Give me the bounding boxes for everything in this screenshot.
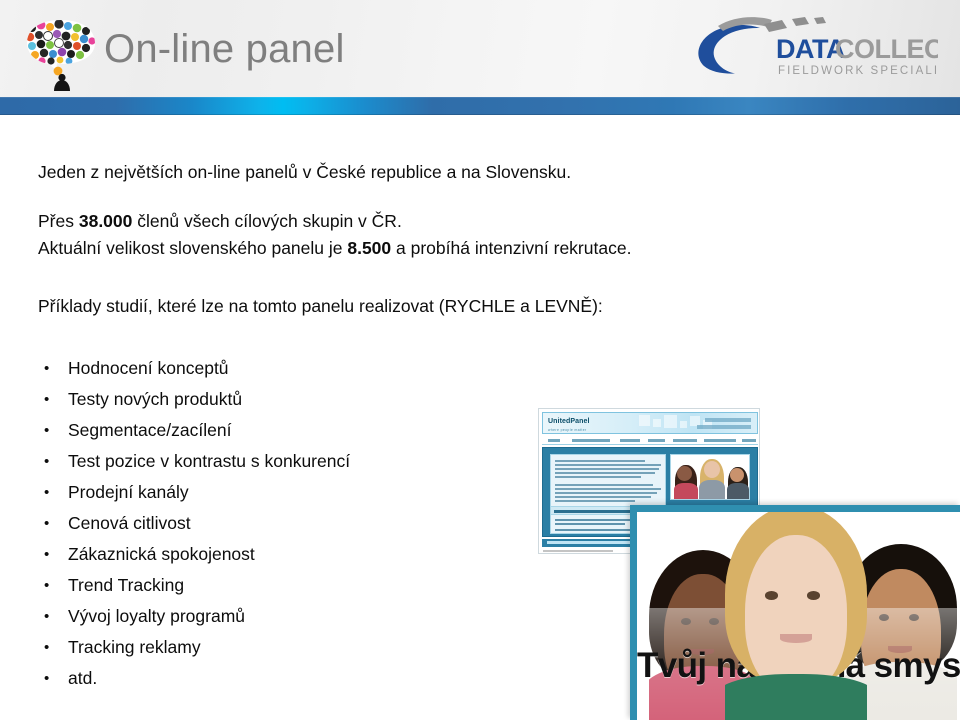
mini-face [699,480,725,499]
intro-line: Jeden z největších on-line panelů v Česk… [38,162,572,182]
site-header: UnitedPanel where people matter [542,412,758,434]
list-item: atd. [38,663,350,694]
site-text-block [550,454,666,512]
mini-face [677,466,692,481]
size-suffix: a probíhá intenzivní rekrutace. [391,238,632,258]
members-suffix: členů všech cílových skupin v ČR. [132,211,402,231]
list-item: Segmentace/zacílení [38,415,350,446]
site-nav-item [704,439,736,442]
site-nav-item [673,439,697,442]
study-types-list: Hodnocení konceptů Testy nových produktů… [38,353,350,694]
site-nav-item [742,439,756,442]
svg-text:COLLECT: COLLECT [835,34,938,64]
size-count: 8.500 [347,238,392,258]
datacollect-logo: DATA COLLECT FIELDWORK SPECIALIST [688,16,938,88]
list-item: Prodejní kanály [38,477,350,508]
site-nav-item [548,439,560,442]
site-photo-thumbnail [670,454,750,500]
mini-face [674,483,698,499]
mini-face [727,483,749,499]
site-nav-item [620,439,640,442]
site-toplink [705,418,751,422]
site-logo-text: UnitedPanel [548,418,590,425]
list-item: Zákaznická spokojenost [38,539,350,570]
page-title: On-line panel [104,27,345,71]
list-item: Test pozice v kontrastu s konkurencí [38,446,350,477]
mini-face [730,468,744,482]
site-caption [543,550,613,552]
list-item: Tracking reklamy [38,632,350,663]
header-accent-band [0,97,960,115]
members-count: 38.000 [78,211,133,231]
slide-header: On-line panel DATA COLLECT FIELDWORK SPE… [0,0,960,97]
members-line: Přes 38.000 členů všech cílových skupin … [38,208,402,234]
site-nav-item [572,439,610,442]
site-toplink [697,425,751,429]
person-center [725,512,867,720]
list-item: Testy nových produktů [38,384,350,415]
site-nav-item [648,439,665,442]
site-logo: UnitedPanel where people matter [548,418,610,432]
svg-text:FIELDWORK SPECIALIST: FIELDWORK SPECIALIST [778,65,938,77]
slide: On-line panel DATA COLLECT FIELDWORK SPE… [0,0,960,720]
list-item: Vývoj loyalty programů [38,601,350,632]
panel-size-line: Aktuální velikost slovenského panelu je … [38,235,631,261]
banner-photo: Tvůj názor má smysl! [637,512,960,720]
studies-heading: Příklady studií, které lze na tomto pane… [38,296,603,316]
members-prefix: Přes [38,211,79,231]
list-item: Cenová citlivost [38,508,350,539]
size-prefix: Aktuální velikost slovenského panelu je [38,238,348,258]
mini-face [704,461,720,478]
list-item: Trend Tracking [38,570,350,601]
speech-bubble-mosaic-icon [22,14,100,92]
site-logo-sub: where people matter [548,428,587,432]
campaign-banner: Tvůj názor má smysl! [630,505,960,720]
site-navigation [542,436,758,445]
list-item: Hodnocení konceptů [38,353,350,384]
panel-screenshot-composite: UnitedPanel where people matter Tvůj smy… [538,408,960,720]
